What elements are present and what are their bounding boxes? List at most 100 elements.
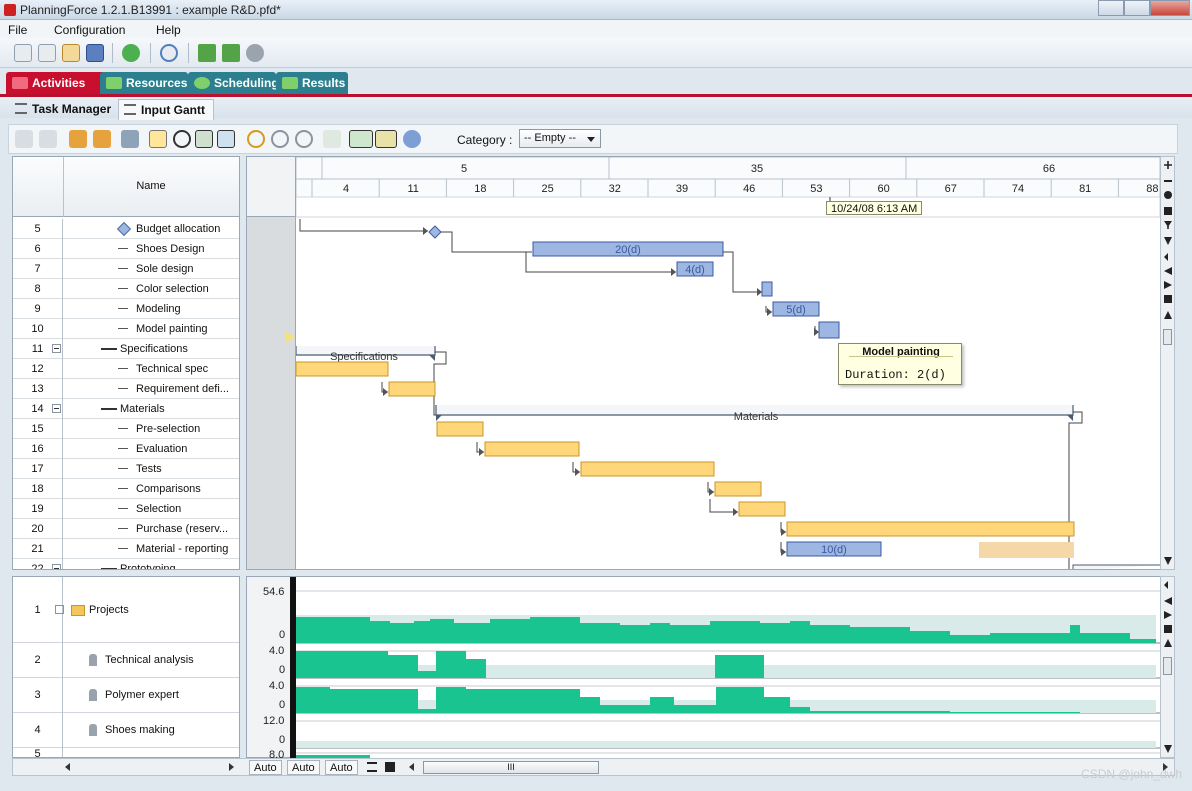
collapse-toggle[interactable] [52, 564, 61, 569]
task-row[interactable]: 5 Budget allocation [13, 219, 239, 239]
links-icon[interactable] [195, 130, 213, 148]
task-row[interactable]: 11 Specifications [13, 339, 239, 359]
plus-icon[interactable] [1164, 161, 1172, 169]
previous-icon[interactable] [1164, 267, 1172, 275]
menu-configuration[interactable]: Configuration [54, 23, 125, 37]
dot-icon[interactable] [1164, 191, 1172, 199]
filter-icon[interactable] [1164, 221, 1172, 229]
task-row[interactable]: 20 Purchase (reserv... [13, 519, 239, 539]
new-file-icon[interactable] [14, 44, 32, 62]
tooltip-toggle-icon[interactable] [149, 130, 167, 148]
print-icon[interactable] [15, 130, 33, 148]
task-row[interactable]: 8 Color selection [13, 279, 239, 299]
scroll-left-icon[interactable] [65, 763, 70, 771]
resource-row[interactable]: 2 Technical analysis [13, 643, 239, 678]
calendar-icon[interactable] [217, 130, 235, 148]
wave-icon[interactable] [323, 130, 341, 148]
category-select[interactable]: -- Empty -- [519, 129, 601, 148]
sort-descending-icon[interactable] [93, 130, 111, 148]
scroll-down-icon[interactable] [1164, 745, 1172, 753]
scroll-up-icon[interactable] [1164, 639, 1172, 647]
globe-icon[interactable] [160, 44, 178, 62]
menu-help[interactable]: Help [156, 23, 181, 37]
tab-task-manager[interactable]: Task Manager [10, 99, 118, 120]
resource-load-chart[interactable] [290, 576, 1160, 758]
gantt-chart[interactable]: 5 35 66 4 11 18 25 32 39 46 53 60 67 74 81 88 20(d) 4(d) 5… [296, 156, 1160, 570]
flag-icon[interactable] [1164, 207, 1172, 215]
scroll-down-icon[interactable] [1164, 557, 1172, 565]
scroll-left-icon[interactable] [1164, 581, 1168, 589]
run-partial-icon[interactable] [222, 44, 240, 62]
auto-scale-button[interactable]: Auto [287, 760, 320, 775]
resource-view-icon[interactable] [375, 130, 397, 148]
tab-scheduling[interactable]: Scheduling [188, 72, 279, 94]
task-row[interactable]: 14 Materials [13, 399, 239, 419]
close-button[interactable] [1150, 0, 1190, 16]
menu-file[interactable]: File [8, 23, 27, 37]
zoom-out-icon[interactable] [271, 130, 289, 148]
task-row[interactable]: 10 Model painting [13, 319, 239, 339]
run-schedule-icon[interactable] [198, 44, 216, 62]
help-icon[interactable] [403, 130, 421, 148]
resource-row[interactable]: 4 Shoes making [13, 713, 239, 748]
collapse-icon[interactable] [1164, 237, 1172, 245]
gantt-vertical-toolstrip[interactable] [1160, 156, 1175, 570]
task-row[interactable]: 22 Prototyping [13, 559, 239, 569]
list-view-icon[interactable] [367, 762, 377, 772]
collapse-toggle[interactable] [52, 344, 61, 353]
next-icon[interactable] [1164, 281, 1172, 289]
print-preview-icon[interactable] [39, 130, 57, 148]
scroll-thumb[interactable] [1163, 329, 1172, 345]
scroll-left-icon[interactable] [1164, 253, 1168, 261]
task-row[interactable]: 17 Tests [13, 459, 239, 479]
tab-activities[interactable]: Activities [6, 72, 110, 94]
scroll-thumb[interactable] [1163, 657, 1172, 675]
task-row[interactable]: 13 Requirement defi... [13, 379, 239, 399]
horizontal-scroll-thumb[interactable]: III [423, 761, 599, 774]
task-row[interactable]: 15 Pre-selection [13, 419, 239, 439]
minimize-button[interactable] [1098, 0, 1124, 16]
gear-icon[interactable] [246, 44, 264, 62]
collapse-toggle[interactable] [55, 605, 64, 614]
task-row[interactable]: 7 Sole design [13, 259, 239, 279]
maximize-button[interactable] [1124, 0, 1150, 16]
resource-row[interactable]: 5 [13, 748, 239, 757]
scroll-right-icon[interactable] [229, 763, 234, 771]
open-icon[interactable] [62, 44, 80, 62]
crosshair-icon[interactable] [173, 130, 191, 148]
resource-row[interactable]: 3 Polymer expert [13, 678, 239, 713]
task-row[interactable]: 18 Comparisons [13, 479, 239, 499]
task-row[interactable]: 6 Shoes Design [13, 239, 239, 259]
task-row[interactable]: 21 Material - reporting [13, 539, 239, 559]
column-name-header[interactable]: Name [63, 180, 239, 192]
columns-icon[interactable] [121, 130, 139, 148]
bookmark-icon[interactable] [1164, 625, 1172, 633]
zoom-fit-icon[interactable] [295, 130, 313, 148]
save-icon[interactable] [86, 44, 104, 62]
bookmark-icon[interactable] [1164, 295, 1172, 303]
task-row[interactable]: 16 Evaluation [13, 439, 239, 459]
next-icon[interactable] [1164, 611, 1172, 619]
import-icon[interactable] [38, 44, 56, 62]
previous-icon[interactable] [1164, 597, 1172, 605]
tab-results[interactable]: Results [276, 72, 348, 94]
scroll-left-icon[interactable] [409, 763, 414, 771]
zoom-in-icon[interactable] [247, 130, 265, 148]
task-row[interactable]: 19 Selection [13, 499, 239, 519]
scroll-up-icon[interactable] [1164, 311, 1172, 319]
task-row[interactable]: 9 Modeling [13, 299, 239, 319]
tab-input-gantt[interactable]: Input Gantt [118, 99, 214, 120]
auto-scale-button[interactable]: Auto [325, 760, 358, 775]
minus-icon[interactable] [1164, 180, 1172, 182]
resource-row[interactable]: 1 Projects [13, 577, 239, 643]
puzzle-icon[interactable] [122, 44, 140, 62]
gantt-view-icon[interactable] [349, 130, 373, 148]
task-row[interactable]: 12 Technical spec [13, 359, 239, 379]
collapse-toggle[interactable] [52, 404, 61, 413]
list-icon [15, 103, 27, 114]
stop-icon[interactable] [385, 762, 395, 772]
resource-vertical-toolstrip[interactable] [1160, 576, 1175, 758]
sort-ascending-icon[interactable] [69, 130, 87, 148]
auto-scale-button[interactable]: Auto [249, 760, 282, 775]
tab-resources[interactable]: Resources [100, 72, 188, 94]
